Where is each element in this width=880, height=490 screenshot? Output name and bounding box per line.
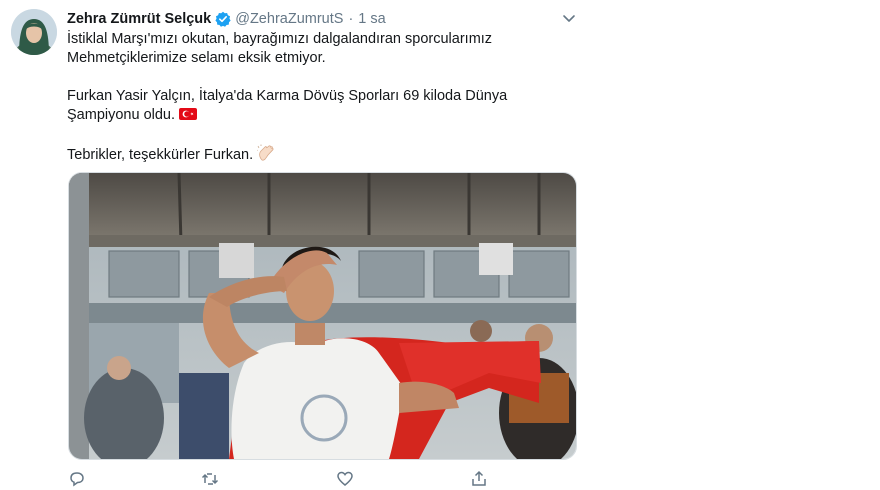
heart-icon (337, 471, 353, 486)
tweet[interactable]: Zehra Zümrüt Selçuk @ZehraZumrutS · 1 sa… (0, 0, 880, 487)
more-options-chevron-down-icon[interactable] (560, 9, 578, 27)
clapping-hands-icon (256, 144, 276, 168)
tweet-video[interactable] (68, 172, 577, 460)
like-button[interactable] (336, 470, 362, 488)
reply-button[interactable] (68, 470, 94, 488)
tweet-header: Zehra Zümrüt Selçuk @ZehraZumrutS · 1 sa (67, 9, 386, 29)
tweet-timestamp[interactable]: 1 sa (358, 11, 385, 27)
share-icon (472, 470, 486, 486)
turkey-flag-icon (179, 108, 198, 120)
tweet-paragraph-text: Tebrikler, teşekkürler Furkan. (67, 147, 254, 163)
reply-icon (70, 472, 84, 487)
verified-badge-icon (215, 11, 231, 27)
tweet-paragraph: Furkan Yasir Yalçın, İtalya'da Karma Döv… (67, 87, 572, 125)
tweet-paragraph: Tebrikler, teşekkürler Furkan. (67, 144, 572, 168)
share-button[interactable] (470, 470, 496, 488)
avatar[interactable] (11, 9, 57, 55)
author-handle[interactable]: @ZehraZumrutS (235, 11, 343, 27)
tweet-actions (68, 470, 575, 490)
tweet-paragraph: İstiklal Marşı'mızı okutan, bayrağımızı … (67, 31, 493, 66)
separator-dot: · (348, 11, 354, 27)
retweet-button[interactable] (201, 470, 227, 488)
retweet-icon (201, 473, 219, 485)
tweet-paragraph-text: Furkan Yasir Yalçın, İtalya'da Karma Döv… (67, 88, 508, 123)
video-thumbnail-icon (69, 173, 576, 459)
tweet-text: İstiklal Marşı'mızı okutan, bayrağımızı … (67, 30, 572, 187)
author-name[interactable]: Zehra Zümrüt Selçuk (67, 11, 211, 27)
